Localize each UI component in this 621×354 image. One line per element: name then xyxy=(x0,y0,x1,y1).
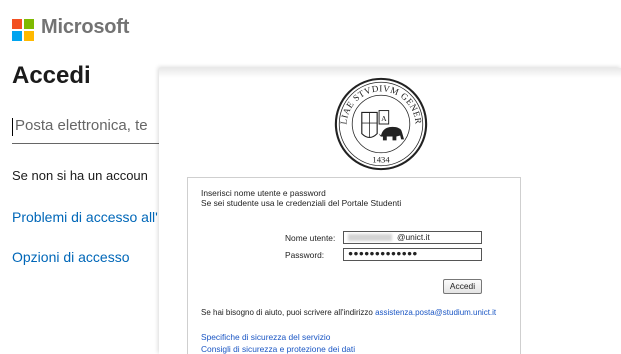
svg-text:A: A xyxy=(381,114,387,123)
microsoft-brand-text: Microsoft xyxy=(41,16,130,38)
sso-window: SICILIAE STVDIVM GENERALE 1434 A Inseris… xyxy=(159,68,621,354)
security-specs-link[interactable]: Specifiche di sicurezza del servizio xyxy=(201,332,330,342)
submit-button[interactable]: Accedi xyxy=(443,279,482,294)
page-title: Accedi xyxy=(12,62,91,89)
email-input[interactable]: Posta elettronica, te xyxy=(12,113,162,144)
logo-square-green xyxy=(24,19,34,29)
username-label: Nome utente: xyxy=(285,233,336,243)
security-tips-link[interactable]: Consigli di sicurezza e protezione dei d… xyxy=(201,344,355,354)
login-panel: Inserisci nome utente e password Se sei … xyxy=(187,177,521,354)
username-domain: @unict.it xyxy=(397,232,430,242)
help-text: Se hai bisogno di aiuto, puoi scrivere a… xyxy=(201,308,496,317)
logo-square-blue xyxy=(12,31,22,41)
help-email-link[interactable]: assistenza.posta@studium.unict.it xyxy=(375,308,496,317)
username-field[interactable]: @unict.it xyxy=(343,231,482,244)
intro-text: Inserisci nome utente e password xyxy=(201,188,326,198)
redacted-username xyxy=(348,234,392,241)
logo-square-yellow xyxy=(24,31,34,41)
no-account-text: Se non si ha un accoun xyxy=(12,168,148,183)
password-field[interactable]: ●●●●●●●●●●●●● xyxy=(343,248,482,261)
text-caret xyxy=(12,118,13,136)
email-placeholder: Posta elettronica, te xyxy=(15,117,148,134)
access-options-link[interactable]: Opzioni di accesso xyxy=(12,249,130,265)
password-mask: ●●●●●●●●●●●●● xyxy=(348,248,418,258)
student-hint-text: Se sei studente usa le credenziali del P… xyxy=(201,198,402,208)
password-label: Password: xyxy=(285,250,325,260)
help-label: Se hai bisogno di aiuto, puoi scrivere a… xyxy=(201,308,373,317)
access-problems-link[interactable]: Problemi di accesso all' xyxy=(12,209,158,225)
svg-text:1434: 1434 xyxy=(372,154,390,164)
microsoft-logo-icon xyxy=(12,19,34,41)
logo-square-red xyxy=(12,19,22,29)
university-seal-icon: SICILIAE STVDIVM GENERALE 1434 A xyxy=(333,76,428,171)
